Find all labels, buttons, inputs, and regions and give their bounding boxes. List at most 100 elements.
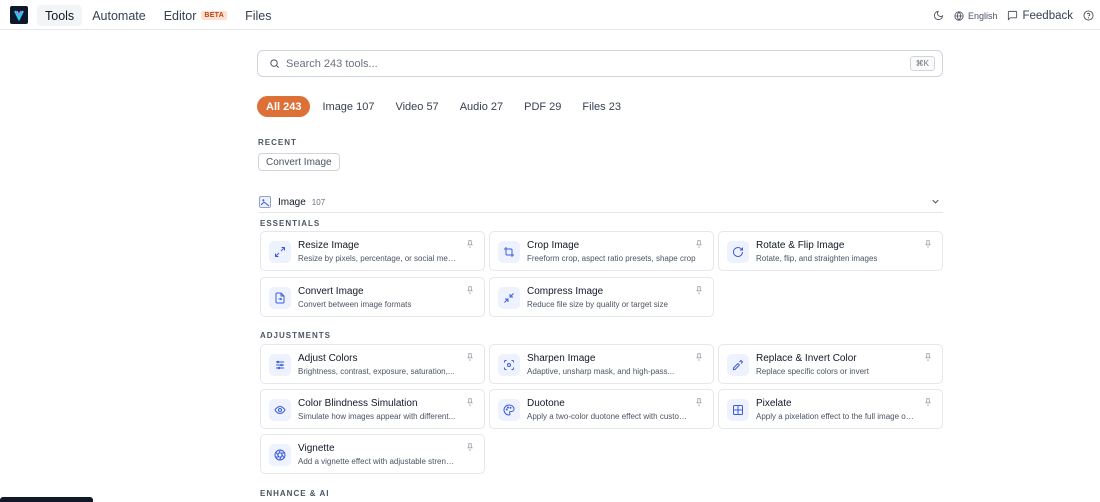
tool-title: Compress Image bbox=[527, 286, 604, 297]
tool-description: Rotate, flip, and straighten images bbox=[756, 254, 878, 263]
feedback-button[interactable]: Feedback bbox=[1007, 10, 1073, 22]
globe-icon bbox=[954, 10, 964, 21]
tool-description: Resize by pixels, percentage, or social … bbox=[298, 254, 458, 263]
tool-description: Convert between image formats bbox=[298, 300, 412, 309]
pin-icon[interactable] bbox=[465, 239, 475, 249]
tool-card-adjust-colors[interactable]: Adjust Colors Brightness, contrast, expo… bbox=[260, 344, 485, 384]
tool-card-sharpen[interactable]: Sharpen Image Adaptive, unsharp mask, an… bbox=[489, 344, 714, 384]
tool-description: Add a vignette effect with adjustable st… bbox=[298, 457, 458, 466]
crop-icon bbox=[498, 241, 520, 263]
filter-all[interactable]: All 243 bbox=[257, 96, 311, 117]
shortcut-hint: ⌘K bbox=[909, 56, 935, 71]
message-icon bbox=[1008, 10, 1018, 21]
tool-title: Duotone bbox=[527, 398, 565, 409]
pin-icon[interactable] bbox=[923, 397, 933, 407]
nav-files[interactable]: Files bbox=[237, 5, 279, 26]
pin-icon[interactable] bbox=[465, 352, 475, 362]
tool-title: Convert Image bbox=[298, 286, 364, 297]
tool-description: Reduce file size by quality or target si… bbox=[527, 300, 668, 309]
category-count: 107 bbox=[311, 197, 326, 207]
recent-item[interactable]: Convert Image bbox=[258, 153, 340, 171]
filter-pdf[interactable]: PDF 29 bbox=[515, 96, 570, 117]
tool-card-compress[interactable]: Compress Image Reduce file size by quali… bbox=[489, 277, 714, 317]
category-filters: All 243 Image 107 Video 57 Audio 27 PDF … bbox=[257, 96, 630, 117]
tool-card-resize[interactable]: Resize Image Resize by pixels, percentag… bbox=[260, 231, 485, 271]
category-header-image[interactable]: Image 107 bbox=[258, 192, 943, 213]
filter-audio[interactable]: Audio 27 bbox=[451, 96, 512, 117]
pin-icon[interactable] bbox=[923, 239, 933, 249]
compress-icon bbox=[498, 287, 520, 309]
chevron-down-icon[interactable] bbox=[930, 196, 941, 207]
tool-title: Sharpen Image bbox=[527, 353, 596, 364]
pin-icon[interactable] bbox=[465, 397, 475, 407]
sliders-icon bbox=[269, 354, 291, 376]
tool-description: Apply a pixelation effect to the full im… bbox=[756, 412, 916, 421]
tool-description: Replace specific colors or invert bbox=[756, 367, 869, 376]
nav-editor[interactable]: Editor BETA bbox=[156, 5, 235, 26]
pin-icon[interactable] bbox=[694, 285, 704, 295]
language-selector[interactable]: English bbox=[954, 10, 998, 21]
theme-toggle-button[interactable] bbox=[933, 10, 944, 21]
language-label: English bbox=[967, 10, 998, 21]
grid-icon bbox=[727, 399, 749, 421]
focus-icon bbox=[498, 354, 520, 376]
tool-title: Pixelate bbox=[756, 398, 792, 409]
pin-icon[interactable] bbox=[694, 352, 704, 362]
filter-video[interactable]: Video 57 bbox=[386, 96, 447, 117]
pin-icon[interactable] bbox=[923, 352, 933, 362]
help-button[interactable] bbox=[1083, 10, 1094, 21]
filter-files[interactable]: Files 23 bbox=[573, 96, 630, 117]
nav-files-label: Files bbox=[245, 8, 272, 23]
top-bar: Tools Automate Editor BETA Files English … bbox=[0, 0, 1100, 30]
rotate-icon bbox=[727, 241, 749, 263]
recent-heading: RECENT bbox=[258, 138, 297, 147]
file-convert-icon bbox=[269, 287, 291, 309]
tool-title: Resize Image bbox=[298, 240, 360, 251]
app-logo[interactable] bbox=[10, 6, 28, 24]
tool-description: Freeform crop, aspect ratio presets, sha… bbox=[527, 254, 696, 263]
feedback-label: Feedback bbox=[1022, 9, 1073, 22]
pin-icon[interactable] bbox=[465, 442, 475, 452]
tool-description: Adaptive, unsharp mask, and high-pass... bbox=[527, 367, 675, 376]
pin-icon[interactable] bbox=[694, 239, 704, 249]
tool-title: Adjust Colors bbox=[298, 353, 358, 364]
tool-card-duotone[interactable]: Duotone Apply a two-color duotone effect… bbox=[489, 389, 714, 429]
tool-description: Brightness, contrast, exposure, saturati… bbox=[298, 367, 455, 376]
tool-title: Color Blindness Simulation bbox=[298, 398, 418, 409]
tool-card-replace-color[interactable]: Replace & Invert Color Replace specific … bbox=[718, 344, 943, 384]
nav-tools-label: Tools bbox=[45, 8, 75, 23]
search-icon bbox=[270, 59, 279, 68]
tool-card-vignette[interactable]: Vignette Add a vignette effect with adju… bbox=[260, 434, 485, 474]
image-icon bbox=[259, 196, 271, 208]
nav-automate-label: Automate bbox=[92, 8, 146, 23]
filter-image[interactable]: Image 107 bbox=[313, 96, 383, 117]
main-nav: Tools Automate Editor BETA Files bbox=[37, 5, 280, 26]
tool-description: Simulate how images appear with differen… bbox=[298, 412, 456, 421]
pin-icon[interactable] bbox=[694, 397, 704, 407]
category-title: Image bbox=[278, 196, 306, 208]
tool-card-color-blindness[interactable]: Color Blindness Simulation Simulate how … bbox=[260, 389, 485, 429]
tool-card-rotate[interactable]: Rotate & Flip Image Rotate, flip, and st… bbox=[718, 231, 943, 271]
status-toast bbox=[0, 497, 93, 502]
palette-icon bbox=[498, 399, 520, 421]
aperture-icon bbox=[269, 444, 291, 466]
nav-tools[interactable]: Tools bbox=[37, 5, 83, 26]
nav-editor-label: Editor bbox=[163, 8, 197, 23]
tool-title: Crop Image bbox=[527, 240, 580, 251]
search-input[interactable] bbox=[286, 55, 886, 72]
help-icon bbox=[1083, 10, 1094, 21]
beta-badge: BETA bbox=[201, 11, 228, 20]
tool-title: Replace & Invert Color bbox=[756, 353, 857, 364]
tool-card-crop[interactable]: Crop Image Freeform crop, aspect ratio p… bbox=[489, 231, 714, 271]
tool-card-pixelate[interactable]: Pixelate Apply a pixelation effect to th… bbox=[718, 389, 943, 429]
tool-card-convert[interactable]: Convert Image Convert between image form… bbox=[260, 277, 485, 317]
tool-title: Rotate & Flip Image bbox=[756, 240, 845, 251]
top-actions: English Feedback bbox=[933, 5, 1094, 26]
essentials-heading: ESSENTIALS bbox=[260, 219, 321, 228]
pin-icon[interactable] bbox=[465, 285, 475, 295]
resize-icon bbox=[269, 241, 291, 263]
eyedropper-icon bbox=[727, 354, 749, 376]
tool-description: Apply a two-color duotone effect with cu… bbox=[527, 412, 687, 421]
enhance-heading: ENHANCE & AI bbox=[260, 489, 330, 498]
nav-automate[interactable]: Automate bbox=[84, 5, 154, 26]
